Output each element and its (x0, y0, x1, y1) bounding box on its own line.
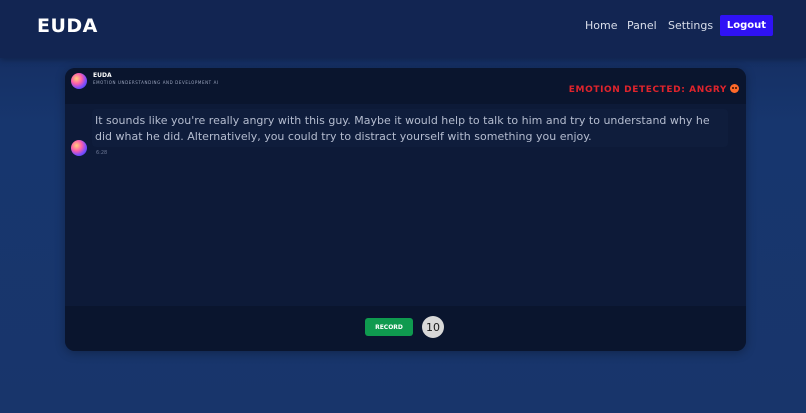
nav-link-home[interactable]: Home (585, 19, 617, 32)
angry-face-icon (730, 84, 739, 93)
chat-card: EUDA EMOTION UNDERSTANDING AND DEVELOPME… (65, 68, 746, 351)
countdown-timer: 10 (422, 316, 444, 338)
brand-logo[interactable]: EUDA (37, 15, 98, 37)
bot-name: EUDA (93, 72, 112, 79)
message-avatar (71, 140, 87, 156)
record-button[interactable]: RECORD (365, 318, 413, 336)
message-timestamp: 6:28 (96, 150, 108, 156)
message-text: It sounds like you're really angry with … (95, 114, 710, 143)
message-bubble: It sounds like you're really angry with … (92, 109, 728, 147)
navbar: EUDA Home Panel Settings Logout (0, 0, 806, 58)
logout-button[interactable]: Logout (720, 15, 773, 36)
nav-link-panel[interactable]: Panel (627, 19, 657, 32)
bot-avatar (71, 73, 87, 89)
bot-subtitle: EMOTION UNDERSTANDING AND DEVELOPMENT AI (93, 80, 219, 85)
nav-link-settings[interactable]: Settings (668, 19, 713, 32)
chat-footer: RECORD 10 (65, 306, 746, 351)
emotion-label: EMOTION DETECTED: ANGRY (568, 85, 727, 95)
emotion-status: EMOTION DETECTED: ANGRY (569, 84, 739, 95)
